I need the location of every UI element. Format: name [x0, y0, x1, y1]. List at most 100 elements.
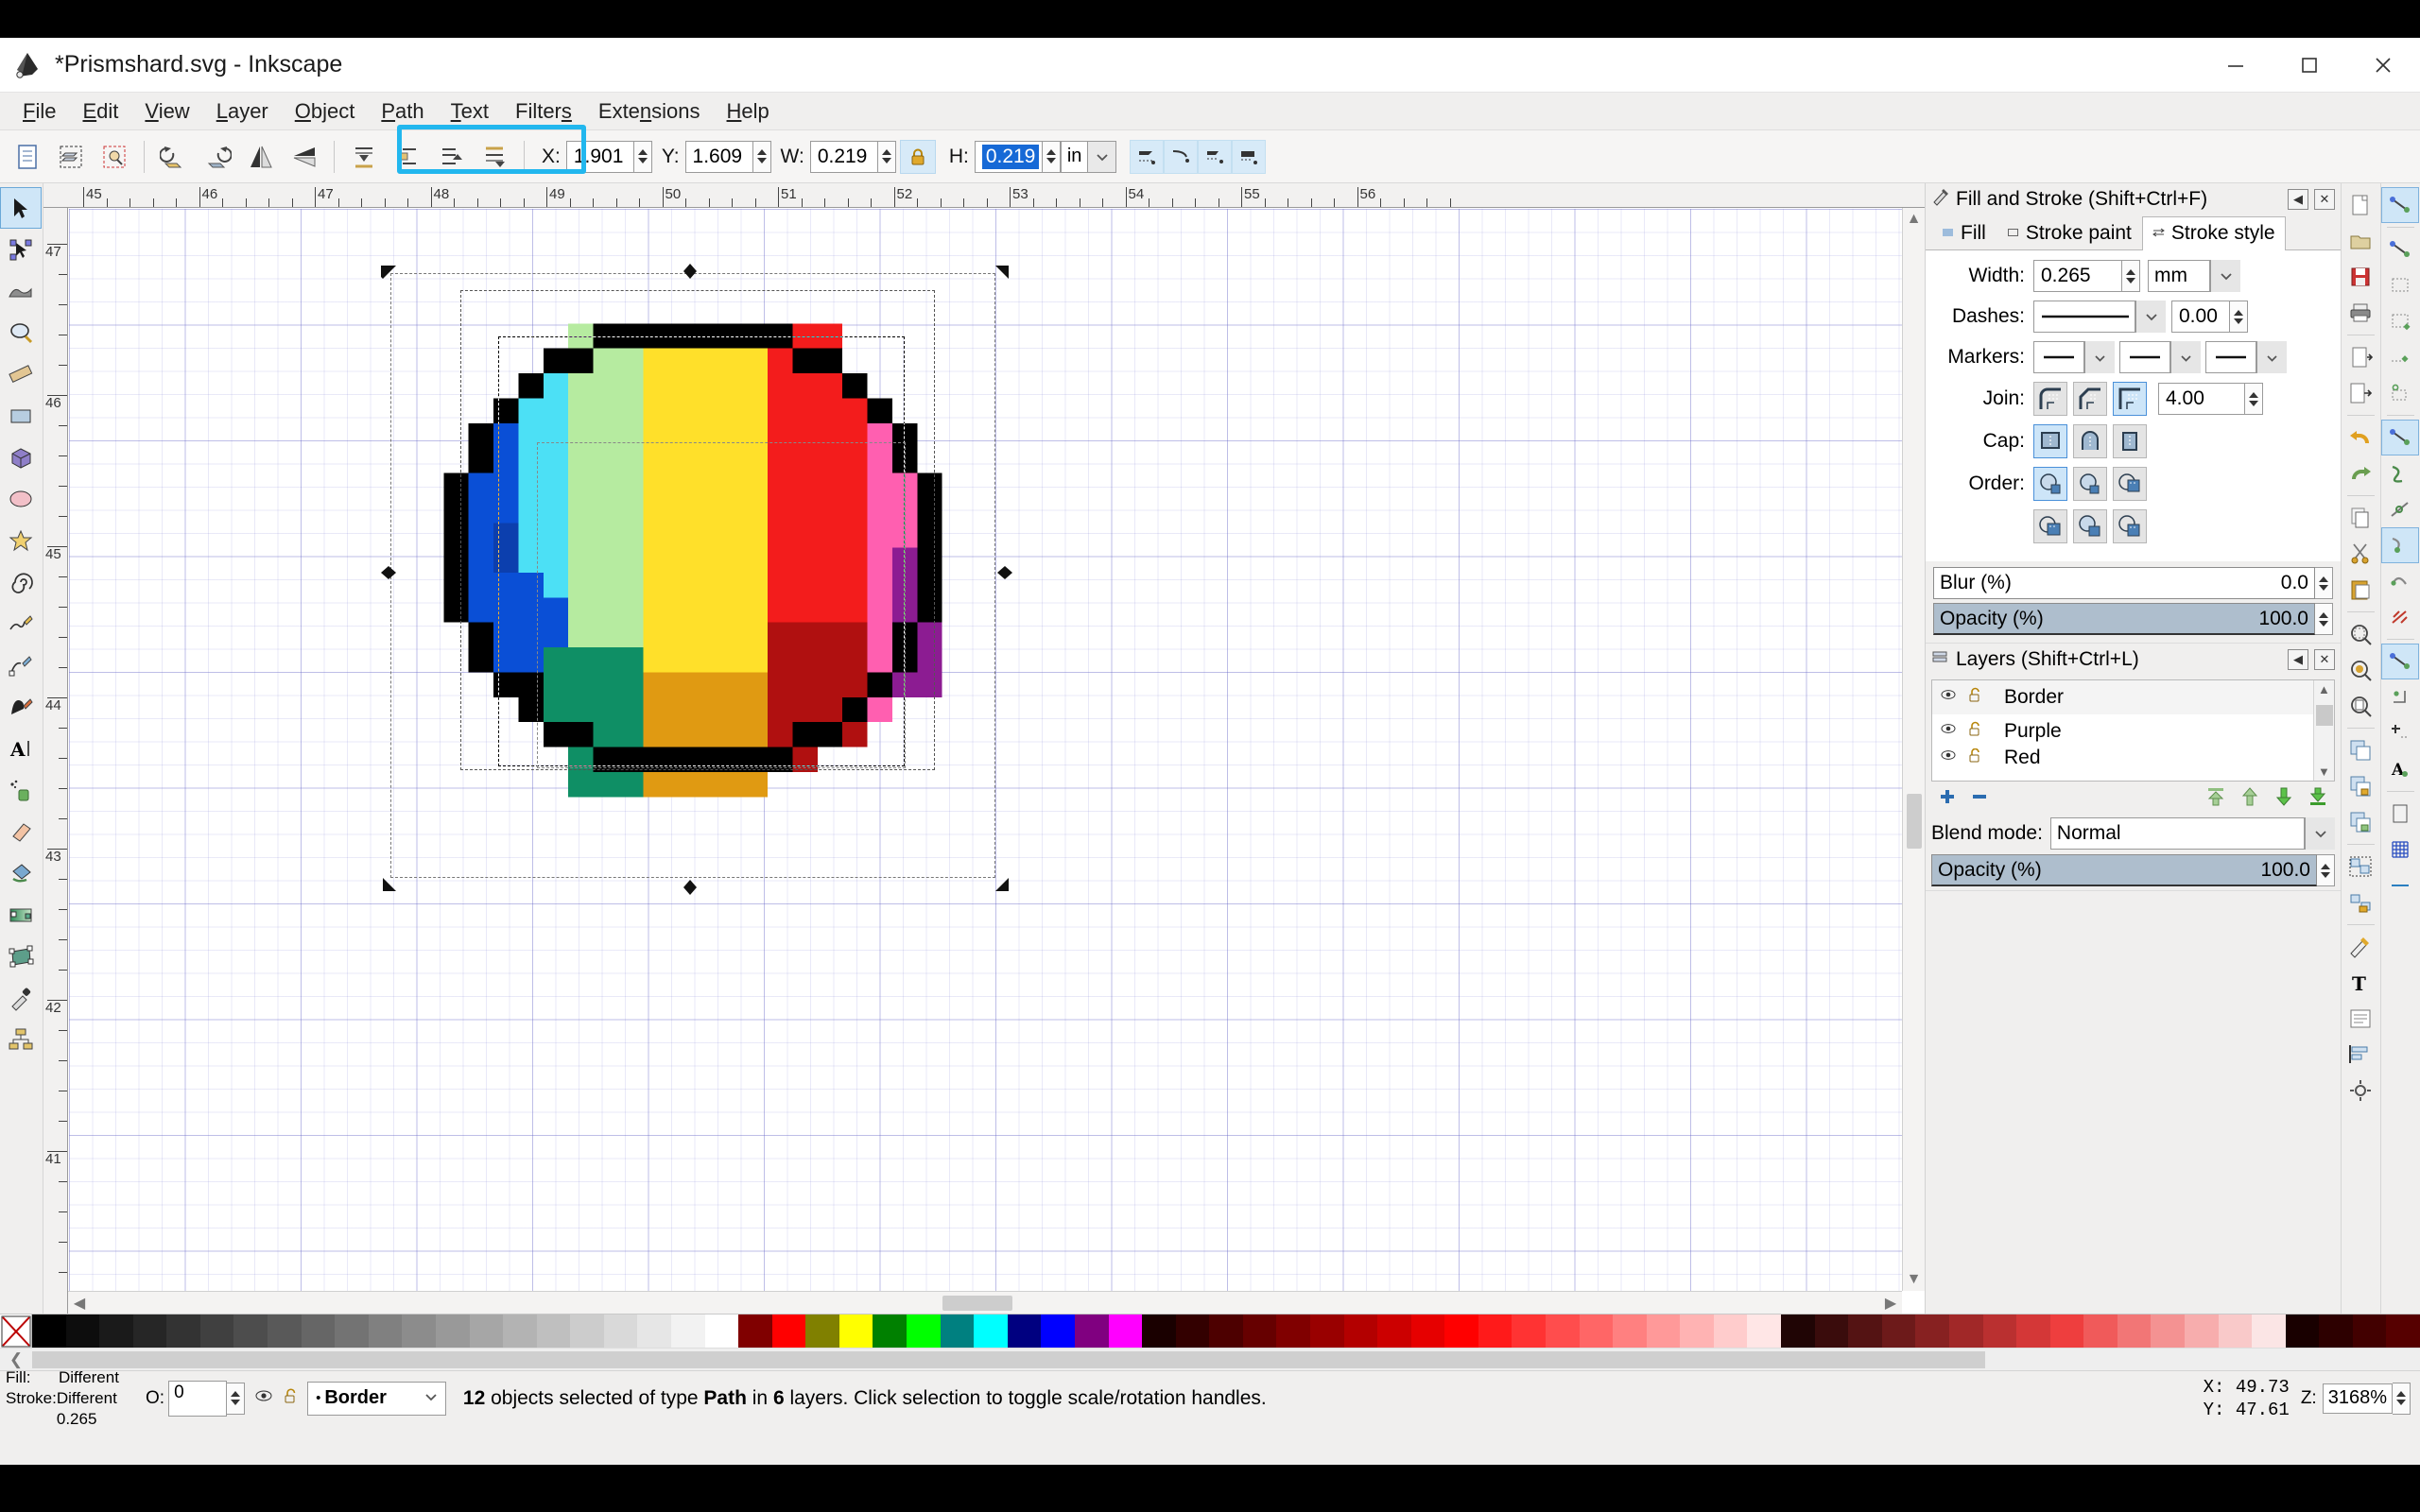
- palette-swatch[interactable]: [1041, 1314, 1075, 1348]
- marker-mid[interactable]: [2119, 341, 2170, 373]
- palette-swatch[interactable]: [1478, 1314, 1512, 1348]
- snap-others-icon[interactable]: [2381, 644, 2419, 679]
- eye-icon[interactable]: [1940, 720, 1957, 743]
- eye-icon[interactable]: [1940, 748, 1957, 767]
- menu-view[interactable]: View: [131, 95, 202, 128]
- palette-swatch[interactable]: [704, 1314, 739, 1348]
- snap-path-intersections-icon[interactable]: [2381, 491, 2419, 527]
- tweak-tool[interactable]: [0, 270, 42, 312]
- menu-filters[interactable]: Filters: [502, 95, 585, 128]
- blur-spinner[interactable]: [2315, 567, 2333, 599]
- palette-swatch[interactable]: [368, 1314, 403, 1348]
- connector-tool[interactable]: [0, 1019, 42, 1060]
- palette-swatch[interactable]: [1074, 1314, 1109, 1348]
- spiral-tool[interactable]: [0, 561, 42, 603]
- palette-swatch[interactable]: [1747, 1314, 1782, 1348]
- snap-bbox-edge-midpoints-icon[interactable]: [2381, 339, 2419, 375]
- new-document-icon[interactable]: [2342, 187, 2379, 223]
- dropper-tool[interactable]: [0, 977, 42, 1019]
- x-input[interactable]: 1.901: [565, 140, 634, 173]
- snap-object-centers-icon[interactable]: [2381, 679, 2419, 715]
- palette-swatch[interactable]: [1209, 1314, 1243, 1348]
- palette-swatch[interactable]: [2386, 1314, 2420, 1348]
- palette-swatch[interactable]: [1309, 1314, 1344, 1348]
- marker-mid-chevron-down-icon[interactable]: [2170, 341, 2201, 373]
- selector-tool[interactable]: [0, 187, 42, 229]
- snap-bbox-edges-icon[interactable]: [2381, 267, 2419, 303]
- snap-grids-icon[interactable]: [2381, 832, 2419, 868]
- palette-swatch[interactable]: [1007, 1314, 1042, 1348]
- palette-swatch[interactable]: [536, 1314, 571, 1348]
- palette-swatch[interactable]: [99, 1314, 133, 1348]
- snap-bbox-corners-icon[interactable]: [2381, 303, 2419, 339]
- clone-icon[interactable]: [2342, 768, 2379, 804]
- dash-offset-spinner[interactable]: [2230, 301, 2248, 333]
- stroke-markers-fill-icon[interactable]: [2033, 509, 2067, 543]
- x-spinner[interactable]: [633, 140, 652, 173]
- marker-start[interactable]: [2033, 341, 2084, 373]
- palette-swatch[interactable]: [1512, 1314, 1547, 1348]
- select-all-icon[interactable]: [9, 139, 45, 175]
- palette-swatch[interactable]: [1546, 1314, 1580, 1348]
- raise-icon[interactable]: [433, 139, 469, 175]
- rotate-ccw-icon[interactable]: [156, 139, 192, 175]
- selection-handles[interactable]: [381, 264, 1014, 897]
- flip-vertical-icon[interactable]: [286, 139, 322, 175]
- palette-swatch[interactable]: [1646, 1314, 1681, 1348]
- unlink-clone-icon[interactable]: [2342, 804, 2379, 840]
- butt-cap-icon[interactable]: [2033, 424, 2067, 458]
- tab-fill[interactable]: Fill: [1931, 216, 1996, 250]
- copy-icon[interactable]: [2342, 500, 2379, 536]
- palette-swatch[interactable]: [469, 1314, 504, 1348]
- select-all-in-layers-icon[interactable]: [53, 139, 89, 175]
- menu-help[interactable]: Help: [714, 95, 783, 128]
- raise-to-top-icon[interactable]: [476, 139, 512, 175]
- palette-swatch[interactable]: [2083, 1314, 2118, 1348]
- text-properties-icon[interactable]: T: [2342, 965, 2379, 1001]
- unit-dropdown-chevron-down-icon[interactable]: [1088, 140, 1117, 173]
- collapse-icon[interactable]: ◀: [2288, 649, 2308, 670]
- palette-swatch[interactable]: [1982, 1314, 2017, 1348]
- palette-swatches[interactable]: [32, 1314, 2420, 1348]
- palette-swatch[interactable]: [132, 1314, 167, 1348]
- affect-stroke-width-icon[interactable]: [1130, 139, 1165, 174]
- miter-limit-spinner[interactable]: [2245, 383, 2263, 415]
- save-document-icon[interactable]: [2342, 259, 2379, 295]
- rotate-cw-icon[interactable]: [199, 139, 235, 175]
- raise-icon[interactable]: [2239, 786, 2260, 813]
- scroll-right-icon[interactable]: ▶: [1881, 1292, 1900, 1314]
- snap-bounding-boxes-icon[interactable]: [2381, 232, 2419, 267]
- palette-swatch[interactable]: [1276, 1314, 1310, 1348]
- y-spinner[interactable]: [752, 140, 771, 173]
- menu-text[interactable]: Text: [438, 95, 502, 128]
- palette-swatch[interactable]: [2352, 1314, 2387, 1348]
- layers-scroll-thumb[interactable]: [2316, 705, 2333, 726]
- raise-to-top-icon[interactable]: [2205, 786, 2226, 813]
- palette-swatch[interactable]: [2252, 1314, 2286, 1348]
- palette-swatch[interactable]: [771, 1314, 806, 1348]
- menu-path[interactable]: Path: [368, 95, 437, 128]
- snap-text-baselines-icon[interactable]: A: [2381, 751, 2419, 787]
- dash-offset-input[interactable]: 0.00: [2171, 301, 2230, 333]
- zoom-input[interactable]: 3168%: [2322, 1383, 2393, 1414]
- deselect-icon[interactable]: [96, 139, 132, 175]
- zoom-page-icon[interactable]: [2342, 688, 2379, 724]
- affect-gradients-icon[interactable]: [1198, 139, 1233, 174]
- palette-swatch[interactable]: [1781, 1314, 1815, 1348]
- stroke-width-unit[interactable]: mm: [2148, 260, 2210, 292]
- open-document-icon[interactable]: [2342, 223, 2379, 259]
- close-panel-icon[interactable]: ✕: [2314, 189, 2335, 210]
- stroke-width-spinner[interactable]: [2122, 260, 2140, 292]
- palette-swatch[interactable]: [940, 1314, 975, 1348]
- palette-swatch[interactable]: [335, 1314, 369, 1348]
- redo-icon[interactable]: [2342, 455, 2379, 491]
- w-spinner[interactable]: [877, 140, 896, 173]
- bezier-tool[interactable]: [0, 644, 42, 686]
- palette-swatch[interactable]: [838, 1314, 873, 1348]
- scroll-up-icon[interactable]: ▲: [2318, 682, 2330, 696]
- palette-swatch[interactable]: [1142, 1314, 1176, 1348]
- palette-scroll-thumb[interactable]: [32, 1350, 1985, 1368]
- markers-stroke-fill-icon[interactable]: [2113, 509, 2147, 543]
- palette-swatch[interactable]: [670, 1314, 705, 1348]
- scroll-down-icon[interactable]: ▼: [1903, 1270, 1925, 1289]
